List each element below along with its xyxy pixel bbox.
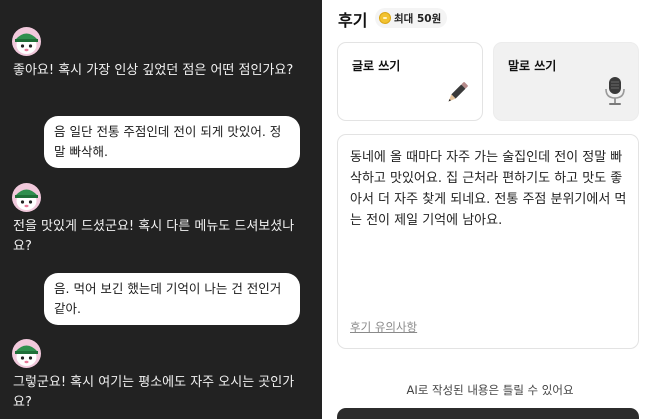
reward-badge-label: 최대 50원 [394,12,442,25]
review-guidelines-link[interactable]: 후기 유의사항 [350,319,417,335]
chat-panel: 좋아요! 혹시 가장 인상 깊었던 점은 어떤 점인가요? 음 일단 전통 주점… [0,0,322,419]
user-message: 음. 먹어 보긴 했는데 기억이 나는 건 전인거 같아. [44,273,300,325]
page-title: 후기 [338,11,368,30]
review-panel: 후기 최대 50원 글로 쓰기 말로 쓰기 동네에 올 때마다 자주 가는 술집… [322,0,658,419]
bot-message: 그렇군요! 혹시 여기는 평소에도 자주 오시는 곳인가요? [13,375,295,410]
microphone-icon [604,76,626,110]
bot-message: 좋아요! 혹시 가장 인상 깊었던 점은 어떤 점인가요? [13,63,294,78]
voice-mode-label: 말로 쓰기 [508,59,557,73]
character-avatar-icon [12,183,41,212]
ai-disclaimer: AI로 작성된 내용은 틀릴 수 있어요 [406,383,574,397]
submit-button[interactable] [337,408,639,419]
voice-mode-button[interactable]: 말로 쓰기 [493,42,639,121]
review-text: 동네에 올 때마다 자주 가는 술집인데 전이 정말 빠삭하고 맛있어요. 집 … [350,150,627,228]
write-mode-label: 글로 쓰기 [352,59,401,73]
review-textarea[interactable]: 동네에 올 때마다 자주 가는 술집인데 전이 정말 빠삭하고 맛있어요. 집 … [337,134,639,349]
coin-icon [379,12,391,24]
character-avatar-icon [12,339,41,368]
character-avatar-icon [12,27,41,56]
reward-badge: 최대 50원 [375,8,448,28]
write-mode-button[interactable]: 글로 쓰기 [337,42,483,121]
user-message: 음 일단 전통 주점인데 전이 되게 맛있어. 정말 빠삭해. [44,116,300,168]
bot-message: 전을 맛있게 드셨군요! 혹시 다른 메뉴도 드셔보셨나요? [13,219,295,254]
pencil-icon [444,80,470,110]
